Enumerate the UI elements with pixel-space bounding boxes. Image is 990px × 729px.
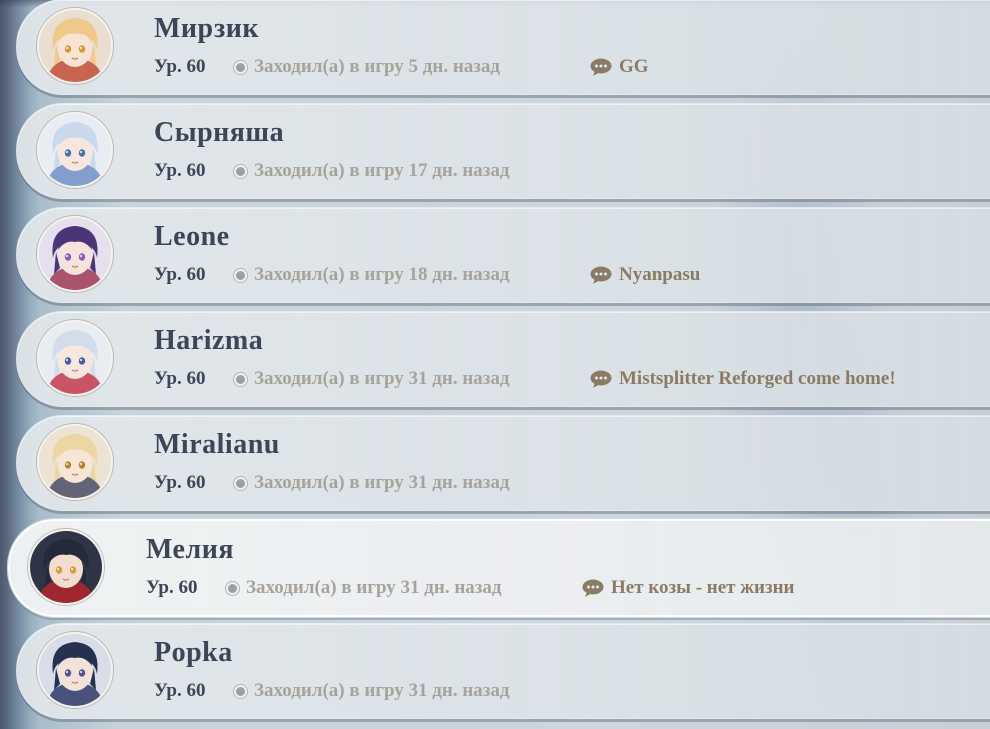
character-avatar-blonde-icon[interactable] — [37, 8, 113, 84]
friend-meta: Ур. 60 Заходил(а) в игру 17 дн. назад — [154, 159, 590, 183]
offline-status-dot-icon — [234, 268, 247, 282]
chat-bubble-icon — [582, 579, 604, 597]
character-avatar-blonde-icon[interactable] — [37, 424, 113, 500]
signature-group: Nyanpasu — [590, 264, 700, 286]
character-avatar-silver-icon[interactable] — [37, 320, 113, 396]
chat-bubble-icon — [590, 370, 612, 388]
signature-group: GG — [590, 56, 649, 78]
level-label: Ур. 60 — [154, 56, 206, 77]
last-login-text: Заходил(а) в игру 31 дн. назад — [254, 472, 510, 493]
offline-status-dot-icon — [234, 164, 247, 178]
signature-text: GG — [619, 56, 649, 77]
friend-list: Мирзик Ур. 60 Заходил(а) в игру 5 дн. на… — [0, 0, 990, 729]
friend-row-1[interactable]: Мирзик Ур. 60 Заходил(а) в игру 5 дн. на… — [16, 0, 990, 95]
friend-name: Мирзик — [154, 13, 259, 44]
offline-status-dot-icon — [234, 372, 247, 386]
offline-status-dot-icon — [226, 581, 239, 595]
friend-meta: Ур. 60 Заходил(а) в игру 31 дн. назад Mi… — [154, 367, 896, 391]
last-login-text: Заходил(а) в игру 31 дн. назад — [254, 368, 510, 389]
friend-name: Harizma — [154, 325, 264, 356]
friend-meta: Ур. 60 Заходил(а) в игру 5 дн. назад GG — [154, 55, 649, 79]
chat-bubble-icon — [590, 58, 612, 76]
friend-name: Miralianu — [154, 429, 280, 460]
friend-meta: Ур. 60 Заходил(а) в игру 18 дн. назад Ny… — [154, 263, 700, 287]
friend-name: Сырняша — [154, 117, 285, 148]
level-label: Ур. 60 — [154, 368, 206, 389]
last-login-text: Заходил(а) в игру 31 дн. назад — [254, 680, 510, 701]
friend-row-7[interactable]: Popka Ур. 60 Заходил(а) в игру 31 дн. на… — [16, 623, 990, 719]
level-label: Ур. 60 — [146, 577, 198, 598]
friend-row-4[interactable]: Harizma Ур. 60 Заходил(а) в игру 31 дн. … — [16, 311, 990, 407]
signature-group: Mistsplitter Reforged come home! — [590, 368, 896, 390]
friend-name: Leone — [154, 221, 230, 252]
offline-status-dot-icon — [234, 60, 247, 74]
signature-group: Нет козы - нет жизни — [582, 577, 795, 599]
last-login-text: Заходил(а) в игру 5 дн. назад — [254, 56, 501, 77]
character-avatar-dark-icon[interactable] — [28, 529, 104, 605]
character-avatar-silver-icon[interactable] — [37, 112, 113, 188]
friend-row-6[interactable]: Мелия Ур. 60 Заходил(а) в игру 31 дн. на… — [8, 519, 990, 617]
signature-text: Mistsplitter Reforged come home! — [619, 368, 896, 389]
chat-bubble-icon — [590, 266, 612, 284]
last-login-text: Заходил(а) в игру 17 дн. назад — [254, 160, 510, 181]
friend-meta: Ур. 60 Заходил(а) в игру 31 дн. назад Не… — [146, 576, 795, 600]
friend-name: Popka — [154, 637, 233, 668]
level-label: Ур. 60 — [154, 680, 206, 701]
level-label: Ур. 60 — [154, 160, 206, 181]
friend-row-2[interactable]: Сырняша Ур. 60 Заходил(а) в игру 17 дн. … — [16, 103, 990, 199]
offline-status-dot-icon — [234, 684, 247, 698]
level-label: Ур. 60 — [154, 264, 206, 285]
offline-status-dot-icon — [234, 476, 247, 490]
friend-row-5[interactable]: Miralianu Ур. 60 Заходил(а) в игру 31 дн… — [16, 415, 990, 511]
signature-text: Nyanpasu — [619, 264, 701, 285]
character-avatar-dark-icon[interactable] — [37, 632, 113, 708]
friend-name: Мелия — [146, 534, 234, 565]
friend-row-3[interactable]: Leone Ур. 60 Заходил(а) в игру 18 дн. на… — [16, 207, 990, 303]
level-label: Ур. 60 — [154, 472, 206, 493]
signature-text: Нет козы - нет жизни — [611, 577, 795, 598]
last-login-text: Заходил(а) в игру 18 дн. назад — [254, 264, 510, 285]
friend-meta: Ур. 60 Заходил(а) в игру 31 дн. назад — [154, 471, 590, 495]
friend-meta: Ур. 60 Заходил(а) в игру 31 дн. назад — [154, 679, 590, 703]
last-login-text: Заходил(а) в игру 31 дн. назад — [246, 577, 502, 598]
character-avatar-purple-icon[interactable] — [37, 216, 113, 292]
